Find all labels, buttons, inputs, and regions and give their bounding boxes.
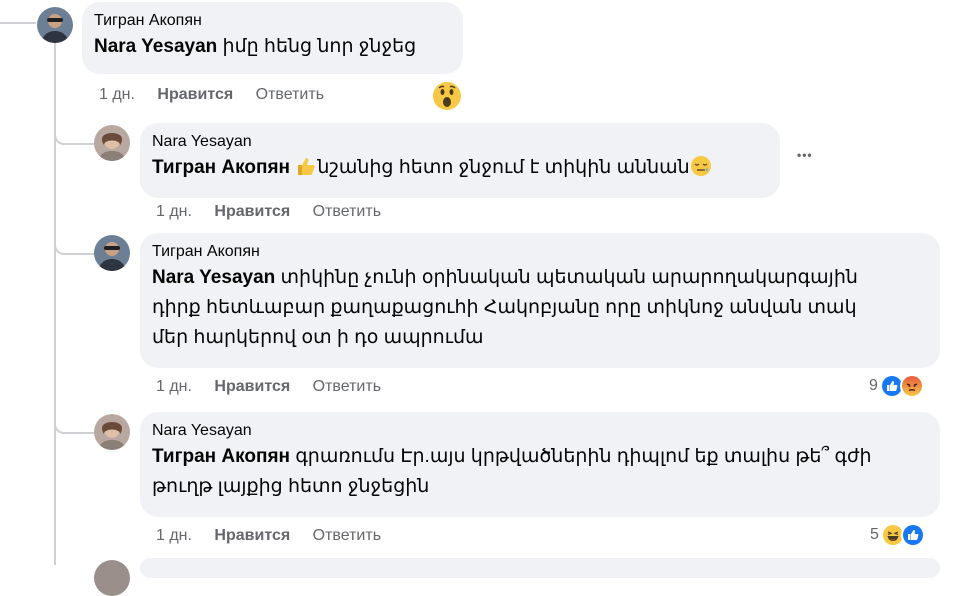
sleepy-emoji-icon — [690, 155, 712, 177]
thread-elbow — [54, 127, 94, 145]
mention-link[interactable]: Nara Yesayan — [152, 267, 275, 288]
thread-line-top — [0, 22, 36, 24]
comment-body-line: տիկինը չունի օրինական պետական արարողակար… — [280, 267, 858, 288]
thread-elbow — [54, 237, 94, 255]
comment-actions: 1 дн. Нравится Ответить — [99, 86, 342, 104]
avatar-nara[interactable] — [94, 125, 130, 161]
reaction-count: 9 — [869, 377, 878, 394]
avatar-tigran[interactable] — [37, 7, 73, 43]
comment-time[interactable]: 1 дн. — [156, 203, 192, 220]
like-button[interactable]: Нравится — [214, 378, 290, 395]
mention-link[interactable]: Тигран Акопян — [152, 157, 290, 178]
reaction-count: 5 — [870, 526, 879, 543]
comment-time[interactable]: 1 дн. — [156, 527, 192, 544]
reply-button[interactable]: Ответить — [313, 378, 381, 395]
comment-text: Тигран Акопян գրառումս Էր.այս կրթվածների… — [152, 442, 928, 502]
wow-emoji-icon[interactable] — [432, 81, 462, 111]
avatar-tigran[interactable] — [94, 235, 130, 271]
comment-body: նշանից հետո ջնջում է տիկին աննան — [317, 157, 690, 178]
like-button[interactable]: Нравится — [214, 527, 290, 544]
comment-actions: 1 дн. Нравится Ответить — [156, 203, 399, 221]
comment-bubble-partial — [140, 558, 940, 578]
angry-icon — [899, 374, 924, 398]
mention-link[interactable]: Nara Yesayan — [94, 36, 217, 57]
comment-actions: 1 дн. Нравится Ответить — [156, 527, 399, 545]
comment-body: իմը հենց նոր ջնջեց — [222, 36, 417, 57]
like-icon — [900, 523, 925, 547]
comment-body-line: գրառումս Էր.այս կրթվածներին դիպլոմ եք տա… — [295, 446, 872, 467]
avatar-partial — [94, 560, 130, 596]
like-button[interactable]: Нравится — [157, 86, 233, 103]
reaction-summary[interactable]: 9 — [869, 374, 924, 398]
comment-text: Тигран Акопян նշանից հետո ջնջում է տիկին… — [152, 153, 768, 183]
comment-actions: 1 дн. Нравится Ответить — [156, 378, 399, 396]
comment-text: Nara Yesayan իմը հենց նոր ջնջեց — [94, 32, 451, 62]
comment-bubble: Nara Yesayan Тигран Акопян գրառումս Էր.ա… — [140, 412, 940, 517]
comment-bubble: Nara Yesayan Тигран Акопян նշանից հետո ջ… — [140, 123, 780, 198]
more-options-button[interactable]: ••• — [797, 148, 813, 162]
comment-time[interactable]: 1 дн. — [156, 378, 192, 395]
like-button[interactable]: Нравится — [214, 203, 290, 220]
comment-author[interactable]: Тигран Акопян — [94, 10, 451, 32]
thread-elbow — [54, 416, 94, 434]
comment-body-line: մեր հարկերով օտ ի դօ ապրումա — [152, 327, 484, 348]
comment-body-line: դիրք հետևաբար քաղաքացուհի Հակոբյանը որը … — [152, 297, 857, 318]
comment-bubble: Тигран Акопян Nara Yesayan տիկինը չունի … — [140, 233, 940, 368]
thumbs-up-emoji-icon — [295, 155, 317, 177]
comment-bubble: Тигран Акопян Nara Yesayan իմը հենց նոր … — [82, 2, 463, 74]
avatar-nara[interactable] — [94, 414, 130, 450]
reply-button[interactable]: Ответить — [313, 527, 381, 544]
reaction-summary[interactable]: 5 — [870, 523, 925, 547]
reply-button[interactable]: Ответить — [313, 203, 381, 220]
thread-line-main — [54, 40, 56, 565]
mention-link[interactable]: Тигран Акопян — [152, 446, 290, 467]
comment-author[interactable]: Nara Yesayan — [152, 131, 768, 153]
comment-author[interactable]: Тигран Акопян — [152, 241, 928, 263]
reply-button[interactable]: Ответить — [256, 86, 324, 103]
comment-body-line: թուղթ լայքից հետո ջնջեցին — [152, 476, 430, 497]
comment-text: Nara Yesayan տիկինը չունի օրինական պետակ… — [152, 263, 928, 353]
comment-time[interactable]: 1 дн. — [99, 86, 135, 103]
comment-author[interactable]: Nara Yesayan — [152, 420, 928, 442]
